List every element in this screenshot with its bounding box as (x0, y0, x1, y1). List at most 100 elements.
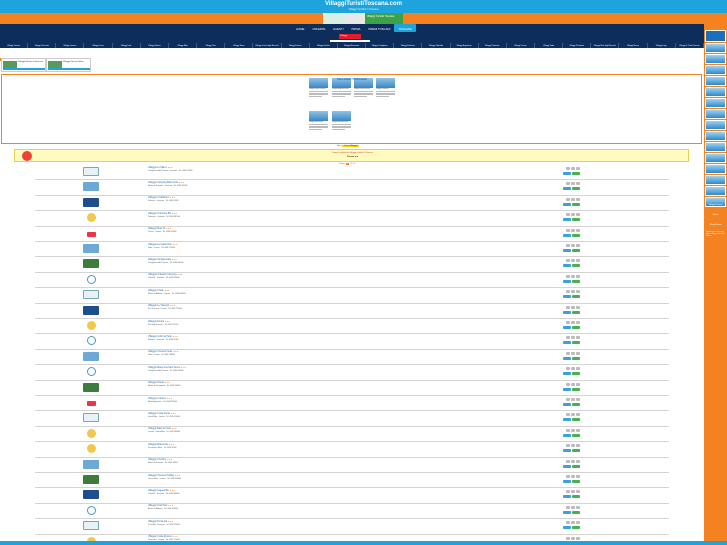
region-link[interactable]: Villaggi Lucca (84, 43, 113, 48)
listing-logo[interactable] (87, 428, 96, 438)
nav-item-offerte[interactable]: OFFERTE (308, 24, 329, 32)
book-button[interactable] (572, 356, 580, 360)
book-button[interactable] (572, 202, 580, 206)
listing-logo[interactable] (83, 197, 99, 207)
info-button[interactable] (563, 310, 571, 314)
info-button[interactable] (563, 187, 571, 191)
book-button[interactable] (572, 326, 580, 329)
sidebar-ad[interactable] (705, 164, 726, 174)
sub-tag[interactable]: Villaggi (339, 34, 361, 39)
site-title[interactable]: VillaggiTuristiToscana.com (0, 1, 727, 7)
sidebar-label[interactable]: Villaggi Toscana (705, 204, 726, 206)
sidebar-label[interactable]: Villaggi Estate (705, 224, 726, 226)
region-link[interactable]: Villaggi Livorno (56, 43, 85, 48)
info-button[interactable] (563, 356, 571, 360)
info-button[interactable] (563, 264, 571, 268)
info-button[interactable] (563, 403, 571, 406)
listing-name[interactable]: Villaggio Il Gabbiano ★★★ (148, 197, 175, 199)
listing-logo[interactable] (83, 382, 99, 392)
listing-logo[interactable] (87, 321, 96, 330)
listing-logo[interactable] (83, 305, 99, 315)
sidebar-ad[interactable] (705, 87, 726, 97)
sidebar-ad[interactable] (705, 120, 726, 130)
book-button[interactable] (572, 264, 580, 268)
region-link[interactable]: Villaggi Vada (535, 43, 564, 48)
book-button[interactable] (572, 433, 580, 437)
sidebar-ad[interactable] (705, 153, 726, 163)
listing-name[interactable]: Villaggio Golfo del Sole ★★★ (148, 336, 178, 338)
sidebar-logo[interactable] (705, 30, 726, 42)
gallery-item[interactable]: Villaggio Maremma Park (332, 111, 351, 131)
sidebar-label[interactable]: Offerte (705, 214, 726, 216)
listing-name[interactable]: Villaggio Costa Verde ★★★ (148, 413, 176, 415)
info-button[interactable] (563, 510, 571, 514)
listing-name[interactable]: Villaggio Toscana Holiday ★★★ (148, 475, 180, 477)
nav-item-prima[interactable]: PRIMA (348, 24, 365, 32)
region-link[interactable]: Villaggi Siena (225, 43, 254, 48)
listing-logo[interactable] (83, 167, 99, 176)
book-button[interactable] (572, 249, 580, 252)
region-link[interactable]: Villaggi Piombino (563, 43, 592, 48)
listing-logo[interactable] (87, 444, 96, 454)
listing-name[interactable]: Villaggio Santapomata ★★★ (148, 259, 177, 261)
listing-logo[interactable] (83, 413, 99, 423)
listing-logo[interactable] (87, 213, 96, 223)
info-button[interactable] (563, 295, 571, 299)
region-link[interactable]: Villaggi Firenze (282, 43, 310, 48)
region-link[interactable]: Villaggi Follonica (394, 43, 423, 48)
info-button[interactable] (563, 449, 571, 453)
listing-logo[interactable] (83, 459, 99, 469)
info-button[interactable] (563, 418, 571, 422)
listing-logo[interactable] (87, 336, 96, 346)
listing-name[interactable]: Villaggio Baia del Sole ★★★ (148, 428, 177, 430)
book-button[interactable] (572, 187, 580, 191)
sidebar-ad[interactable] (705, 76, 726, 86)
book-button[interactable] (572, 310, 580, 314)
info-button[interactable] (563, 387, 571, 391)
book-button[interactable] (572, 495, 580, 499)
listing-name[interactable]: Villaggio Pineta ★★★ (148, 382, 170, 384)
listing-logo[interactable] (87, 401, 96, 406)
listing-logo[interactable] (83, 490, 99, 500)
nav-item-premi-toscani[interactable]: PREMI TOSCANI (364, 24, 394, 32)
region-link[interactable]: Villaggi Toscani (0, 43, 29, 48)
book-button[interactable] (572, 526, 580, 530)
info-button[interactable] (563, 326, 571, 329)
info-button[interactable] (563, 464, 571, 468)
search-button[interactable]: Cerca Villaggio (341, 145, 360, 147)
region-link[interactable]: Villaggi Massa (619, 43, 648, 48)
gallery-item[interactable]: Villaggio Elba Resort (309, 111, 328, 131)
book-button[interactable] (572, 341, 580, 345)
listing-name[interactable]: Villaggio Toscana Verde ★★★ (148, 351, 178, 353)
listing-name[interactable]: Villaggio La Capannina ★★★ (148, 244, 178, 246)
info-button[interactable] (563, 218, 571, 222)
info-button[interactable] (563, 172, 571, 175)
notice-line2[interactable]: Prenota ora (15, 156, 690, 158)
book-button[interactable] (572, 510, 580, 514)
book-button[interactable] (572, 449, 580, 453)
listing-name[interactable]: Villaggio Il Veliero ★★★ (148, 398, 172, 400)
info-button[interactable] (563, 433, 571, 437)
book-button[interactable] (572, 279, 580, 283)
book-button[interactable] (572, 480, 580, 483)
nav-item-eventi[interactable]: EVENTI (329, 24, 347, 32)
listing-name[interactable]: Villaggio Mareverde ★★★ (148, 444, 174, 446)
region-link[interactable]: Villaggi Talamone (479, 43, 507, 48)
region-link[interactable]: Villaggi Argentario (451, 43, 479, 48)
listing-name[interactable]: Villaggio Il Fortino ★★★ (148, 459, 172, 461)
region-link[interactable]: Villaggi Marina (141, 43, 169, 48)
listing-name[interactable]: Villaggio Il Sole ★★★ (148, 290, 170, 292)
listing-logo[interactable] (87, 274, 96, 284)
sidebar-ad[interactable] (705, 175, 726, 185)
region-link[interactable]: Villaggi Orbetello (422, 43, 451, 48)
listing-logo[interactable] (83, 259, 99, 269)
region-link[interactable]: Villaggi Castiglione (366, 43, 395, 48)
info-button[interactable] (563, 202, 571, 206)
listing-name[interactable]: Villaggio Etruria ★★★ (148, 321, 170, 323)
book-button[interactable] (572, 403, 580, 406)
book-button[interactable] (572, 464, 580, 468)
listing-logo[interactable] (83, 521, 99, 531)
book-button[interactable] (572, 295, 580, 299)
region-link[interactable]: Villaggi Elba (169, 43, 198, 48)
listing-name[interactable]: Villaggio Mare Sì ★★★ (148, 228, 171, 230)
